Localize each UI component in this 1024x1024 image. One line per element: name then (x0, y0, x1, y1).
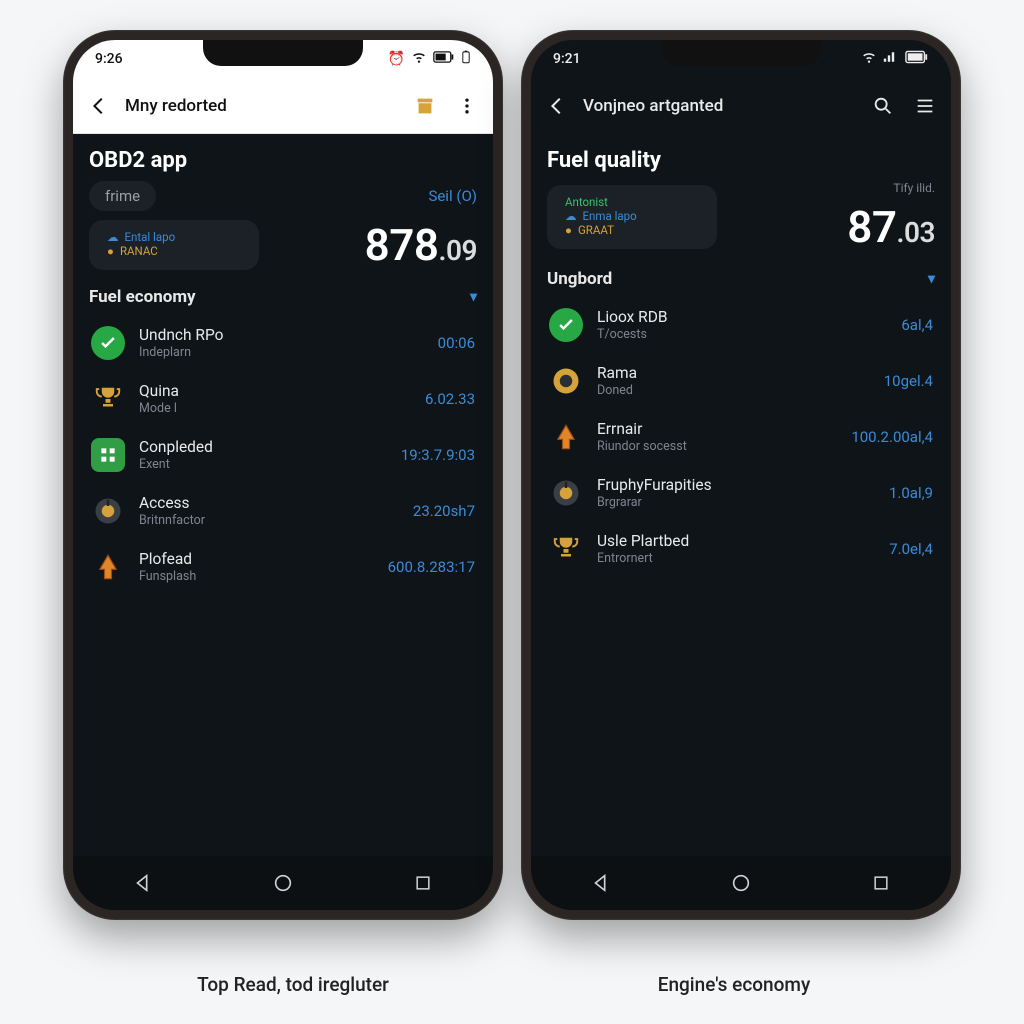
check-icon (91, 326, 125, 360)
trophy-icon (91, 382, 125, 416)
app-bar: Mny redorted (73, 78, 493, 134)
hero-hint: Tify ilid. (847, 181, 935, 195)
wifi-icon (411, 50, 427, 68)
hero-line2: ● RANAC (107, 244, 241, 258)
cloud-icon: ☁ (565, 209, 577, 223)
page-title: OBD2 app (89, 148, 477, 173)
hero-value: 878.09 (365, 219, 477, 271)
list-item[interactable]: QuinaMode l 6.02.33 (89, 371, 477, 427)
section-title: Fuel economy (89, 287, 196, 307)
trophy-icon (549, 532, 583, 566)
back-icon[interactable] (87, 94, 111, 118)
list-item[interactable]: AccessBritnnfactor 23.20sh7 (89, 483, 477, 539)
arrow-up-icon (91, 550, 125, 584)
battery-icon (905, 50, 929, 68)
hero-line0: Antonist (565, 195, 699, 209)
signal-icon (883, 50, 899, 68)
section-header[interactable]: Fuel economy ▾ (89, 287, 477, 307)
nav-recent[interactable] (866, 868, 896, 898)
search-icon[interactable] (871, 94, 895, 118)
notch (203, 40, 363, 66)
battery-outline-icon (461, 50, 471, 68)
page-title: Fuel quality (547, 148, 935, 173)
list-item[interactable]: Undnch RPoIndeplarn 00:06 (89, 315, 477, 371)
nav-recent[interactable] (408, 868, 438, 898)
caption-left: Top Read, tod iregluter (73, 973, 513, 996)
check-icon (549, 308, 583, 342)
filter-link[interactable]: Seil (O) (428, 187, 477, 205)
clock: 9:21 (553, 51, 581, 67)
hero-value: 87.03 (847, 201, 935, 253)
section-fuel-economy: Fuel economy ▾ Undnch RPoIndeplarn 00:06 (89, 287, 477, 595)
dial-icon (549, 476, 583, 510)
list-item[interactable]: FruphyFurapitiesBrgrarar 1.0al,9 (547, 465, 935, 521)
clock: 9:26 (95, 51, 123, 67)
chevron-down-icon: ▾ (928, 271, 935, 287)
grid-icon (91, 438, 125, 472)
nav-bar (73, 856, 493, 910)
nav-back[interactable] (128, 868, 158, 898)
nav-back[interactable] (586, 868, 616, 898)
list-item[interactable]: ErrnairRiundor socesst 100.2.00al,4 (547, 409, 935, 465)
chevron-down-icon: ▾ (470, 289, 477, 305)
nav-home[interactable] (726, 868, 756, 898)
list-item[interactable]: RamaDoned 10gel.4 (547, 353, 935, 409)
archive-icon[interactable] (413, 94, 437, 118)
hero: Antonist ☁ Enma lapo ● GRAAT Tify ilid. (547, 181, 935, 253)
nav-bar (531, 856, 951, 910)
app-bar: Vonjneo artganted (531, 78, 951, 134)
list-item[interactable]: Lioox RDBT/ocests 6al,4 (547, 297, 935, 353)
hero-line2: ● GRAAT (565, 223, 699, 237)
cloud-icon: ☁ (107, 230, 119, 244)
caption-right: Engine's economy (514, 973, 954, 996)
list-item[interactable]: Usle PlartbedEntrornert 7.0el,4 (547, 521, 935, 577)
filter-row: frime Seil (O) (89, 181, 477, 211)
back-icon[interactable] (545, 94, 569, 118)
alarm-icon: ⏰ (388, 51, 405, 67)
arrow-up-icon (549, 420, 583, 454)
section-title: Ungbord (547, 269, 612, 289)
content: OBD2 app frime Seil (O) ☁ Ental lapo ● R… (73, 134, 493, 856)
appbar-title: Mny redorted (125, 96, 399, 116)
list-item[interactable]: PlofeadFunsplash 600.8.283:17 (89, 539, 477, 595)
dot-icon: ● (565, 223, 572, 237)
menu-icon[interactable] (913, 94, 937, 118)
filter-chip[interactable]: frime (89, 181, 156, 211)
hero-line1: ☁ Ental lapo (107, 230, 241, 244)
list: Lioox RDBT/ocests 6al,4 RamaDoned 10gel.… (547, 297, 935, 577)
kebab-icon[interactable] (455, 94, 479, 118)
phone-left: 9:26 ⏰ Mny redo (63, 30, 503, 920)
list: Undnch RPoIndeplarn 00:06 QuinaMode l 6.… (89, 315, 477, 595)
nav-home[interactable] (268, 868, 298, 898)
phone-right: 9:21 Vonjneo artganted (521, 30, 961, 920)
wifi-icon (861, 50, 877, 68)
hero-card[interactable]: Antonist ☁ Enma lapo ● GRAAT (547, 185, 717, 249)
appbar-title: Vonjneo artganted (583, 96, 857, 116)
list-item[interactable]: ConplededExent 19:3.7.9:03 (89, 427, 477, 483)
section-ungbord: Ungbord ▾ Lioox RDBT/ocests 6al,4 (547, 269, 935, 577)
hero-line1: ☁ Enma lapo (565, 209, 699, 223)
hero-card[interactable]: ☁ Ental lapo ● RANAC (89, 220, 259, 270)
dot-icon: ● (107, 244, 114, 258)
section-header[interactable]: Ungbord ▾ (547, 269, 935, 289)
battery-icon (433, 50, 455, 68)
content: Fuel quality Antonist ☁ Enma lapo ● GRAA… (531, 134, 951, 856)
hero: ☁ Ental lapo ● RANAC 878.09 (89, 219, 477, 271)
ring-icon (549, 364, 583, 398)
dial-icon (91, 494, 125, 528)
status-icons (861, 50, 929, 68)
notch (661, 40, 821, 66)
status-icons: ⏰ (388, 50, 471, 68)
